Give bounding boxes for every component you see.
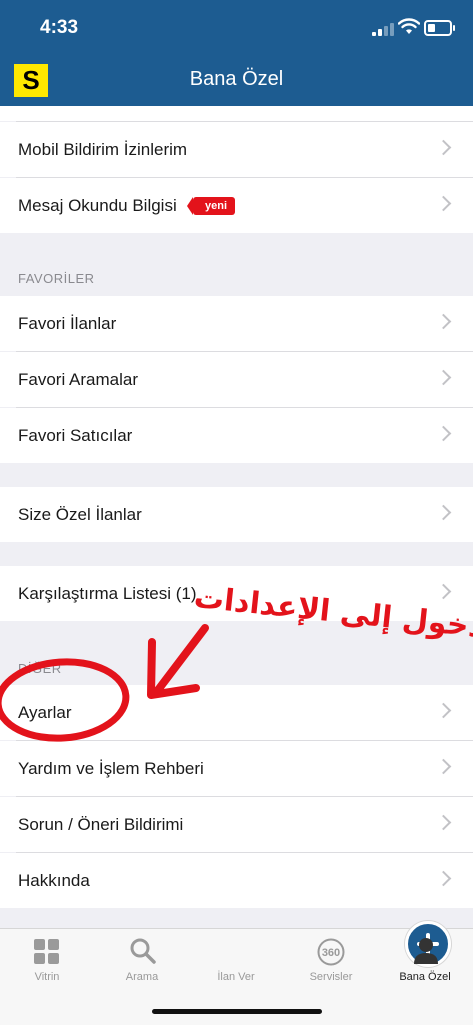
annotation-drawing xyxy=(0,624,209,742)
grid-icon xyxy=(34,939,59,964)
search-icon xyxy=(130,938,156,964)
annotation-circle xyxy=(0,658,130,742)
tab-label: Servisler xyxy=(309,971,353,983)
tab-servisler[interactable]: 360 Servisler xyxy=(284,929,378,999)
tab-label: İlan Ver xyxy=(217,971,255,983)
tab-ilan-ver[interactable]: İlan Ver xyxy=(189,921,451,999)
person-icon xyxy=(414,938,438,964)
svg-text:360: 360 xyxy=(322,947,340,959)
tab-vitrin[interactable]: Vitrin xyxy=(0,929,94,999)
tab-label: Bana Özel xyxy=(399,971,451,983)
annotation-arrow xyxy=(147,624,209,699)
360-icon: 360 xyxy=(317,938,345,966)
tab-label: Arama xyxy=(125,971,159,983)
tab-bana-ozel[interactable]: Bana Özel xyxy=(378,929,472,999)
tab-label: Vitrin xyxy=(34,971,60,983)
home-indicator xyxy=(152,1009,322,1014)
tab-arama[interactable]: Arama xyxy=(95,929,189,999)
